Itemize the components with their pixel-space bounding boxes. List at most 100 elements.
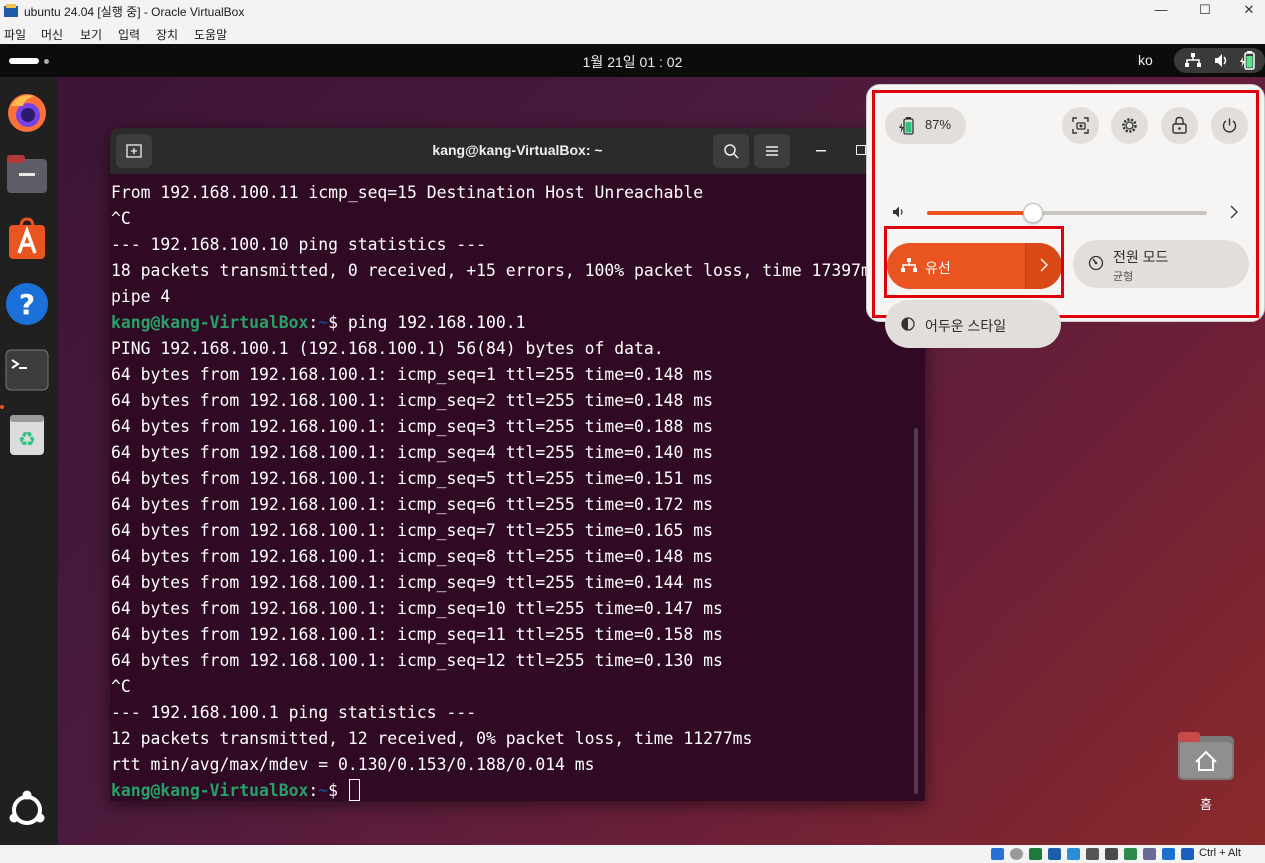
search-button[interactable] xyxy=(713,134,749,168)
terminal-output-line: 64 bytes from 192.168.100.1: icmp_seq=8 … xyxy=(111,547,713,566)
window-title: ubuntu 24.04 [실행 중] - Oracle VirtualBox xyxy=(24,5,245,19)
menu-input[interactable]: 입력 xyxy=(118,26,140,43)
keyboard-icon[interactable] xyxy=(1181,848,1194,860)
trash-icon[interactable]: ♻ xyxy=(5,413,49,457)
prompt-symbol: $ xyxy=(328,313,348,332)
firefox-icon[interactable] xyxy=(5,90,49,134)
vbox-titlebar: ubuntu 24.04 [실행 중] - Oracle VirtualBox … xyxy=(0,0,1265,22)
terminal-output-line: From 192.168.100.11 icmp_seq=15 Destinat… xyxy=(111,183,704,202)
terminal-output-line: 64 bytes from 192.168.100.1: icmp_seq=9 … xyxy=(111,573,713,592)
home-folder-label[interactable]: 홈 xyxy=(1178,794,1234,813)
cpu-icon[interactable] xyxy=(1143,848,1156,860)
chevron-right-icon[interactable] xyxy=(1230,205,1238,219)
vbox-statusbar: Ctrl + Alt xyxy=(0,845,1265,863)
dock: ? ♻ xyxy=(0,77,58,845)
shared-folders-icon[interactable] xyxy=(1086,848,1099,860)
screenshot-button[interactable] xyxy=(1062,107,1099,144)
terminal-output-line: 64 bytes from 192.168.100.1: icmp_seq=7 … xyxy=(111,521,713,540)
usb-icon[interactable] xyxy=(1067,848,1080,860)
files-icon[interactable] xyxy=(5,153,49,197)
battery-icon xyxy=(1240,51,1255,70)
help-icon[interactable]: ? xyxy=(5,282,49,326)
dark-style-label: 어두운 스타일 xyxy=(925,318,1007,334)
dark-style-toggle[interactable]: 어두운 스타일 xyxy=(885,300,1061,348)
clock[interactable]: 1월 21일 01 : 02 xyxy=(0,52,1265,72)
command-text: ping 192.168.100.1 xyxy=(347,313,526,332)
power-mode-label: 전원 모드 xyxy=(1113,249,1169,265)
volume-icon xyxy=(1215,54,1227,67)
terminal-prompt-line: kang@kang-VirtualBox:~$ xyxy=(111,778,916,801)
terminal-output-line: 64 bytes from 192.168.100.1: icmp_seq=12… xyxy=(111,651,723,670)
menu-button[interactable] xyxy=(754,134,790,168)
menu-view[interactable]: 보기 xyxy=(80,26,102,43)
terminal-scrollbar[interactable] xyxy=(914,428,918,794)
svg-text:♻: ♻ xyxy=(18,427,36,451)
gear-icon xyxy=(1122,118,1137,133)
hard-disk-icon[interactable] xyxy=(991,848,1004,860)
terminal-output-line: ^C xyxy=(111,677,131,696)
terminal-output-line: ^C xyxy=(111,209,131,228)
battery-icon xyxy=(899,117,914,135)
menu-file[interactable]: 파일 xyxy=(4,26,26,43)
volume-slider[interactable] xyxy=(927,203,1207,223)
terminal-running-indicator xyxy=(0,405,4,409)
mouse-integration-icon[interactable] xyxy=(1162,848,1175,860)
prompt-colon: : xyxy=(308,781,319,800)
guest-desktop: 1월 21일 01 : 02 ko ? ♻ kang@kang-VirtualB… xyxy=(0,44,1265,845)
battery-button[interactable]: 87% xyxy=(885,107,966,144)
terminal-output-line: 64 bytes from 192.168.100.1: icmp_seq=3 … xyxy=(111,417,713,436)
svg-text:?: ? xyxy=(19,288,35,321)
input-language-indicator[interactable]: ko xyxy=(1138,52,1153,68)
terminal-output-line: 18 packets transmitted, 0 received, +15 … xyxy=(111,261,881,280)
terminal-headerbar[interactable]: kang@kang-VirtualBox: ~ xyxy=(110,128,925,174)
power-mode-value: 균형 xyxy=(1113,271,1134,283)
volume-icon xyxy=(893,206,903,218)
close-button[interactable]: ✕ xyxy=(1226,0,1265,22)
power-button[interactable] xyxy=(1211,107,1248,144)
terminal-window[interactable]: kang@kang-VirtualBox: ~ From 192.168.100… xyxy=(110,128,925,801)
minimize-button[interactable]: — xyxy=(1138,0,1184,22)
text-cursor xyxy=(348,779,360,801)
dark-style-icon xyxy=(901,317,915,331)
virtualbox-icon xyxy=(4,4,18,17)
home-folder-icon[interactable] xyxy=(1178,732,1234,780)
volume-slider-fill xyxy=(927,211,1034,215)
menu-devices[interactable]: 장치 xyxy=(156,26,178,43)
minimize-icon[interactable] xyxy=(816,150,826,153)
terminal-output-line: 64 bytes from 192.168.100.1: icmp_seq=1 … xyxy=(111,365,713,384)
gnome-top-bar: 1월 21일 01 : 02 ko xyxy=(0,44,1265,77)
recording-icon[interactable] xyxy=(1124,848,1137,860)
audio-icon[interactable] xyxy=(1029,848,1042,860)
prompt-path: ~ xyxy=(318,781,329,800)
maximize-icon[interactable] xyxy=(856,145,866,155)
display-icon[interactable] xyxy=(1105,848,1118,860)
power-mode-icon xyxy=(1088,255,1104,271)
terminal-icon[interactable] xyxy=(5,348,49,392)
terminal-output[interactable]: From 192.168.100.11 icmp_seq=15 Destinat… xyxy=(111,180,916,801)
highlight-frame-wired xyxy=(884,226,1064,298)
optical-drive-icon[interactable] xyxy=(1010,848,1023,860)
terminal-output-line: --- 192.168.100.1 ping statistics --- xyxy=(111,703,477,722)
terminal-output-line: --- 192.168.100.10 ping statistics --- xyxy=(111,235,486,254)
prompt-symbol: $ xyxy=(328,781,348,800)
terminal-prompt-line: kang@kang-VirtualBox:~$ ping 192.168.100… xyxy=(111,310,916,336)
terminal-output-line: 64 bytes from 192.168.100.1: icmp_seq=4 … xyxy=(111,443,713,462)
host-key-label: Ctrl + Alt xyxy=(1199,847,1241,859)
settings-button[interactable] xyxy=(1111,107,1148,144)
maximize-button[interactable]: ☐ xyxy=(1182,0,1228,22)
menu-help[interactable]: 도움말 xyxy=(194,26,227,43)
app-center-icon[interactable] xyxy=(5,217,49,261)
power-mode-toggle[interactable]: 전원 모드 균형 xyxy=(1073,240,1249,288)
terminal-output-line: 12 packets transmitted, 12 received, 0% … xyxy=(111,729,753,748)
terminal-output-line: 64 bytes from 192.168.100.1: icmp_seq=6 … xyxy=(111,495,713,514)
terminal-title: kang@kang-VirtualBox: ~ xyxy=(432,142,603,158)
network-adapter-icon[interactable] xyxy=(1048,848,1061,860)
show-apps-icon[interactable] xyxy=(5,788,49,832)
terminal-output-line: pipe 4 xyxy=(111,287,171,306)
system-menu-button[interactable] xyxy=(1174,48,1265,73)
menu-machine[interactable]: 머신 xyxy=(41,26,63,43)
terminal-output-line: 64 bytes from 192.168.100.1: icmp_seq=5 … xyxy=(111,469,713,488)
battery-percentage: 87% xyxy=(925,117,952,132)
terminal-output-line: rtt min/avg/max/mdev = 0.130/0.153/0.188… xyxy=(111,755,595,774)
lock-screen-button[interactable] xyxy=(1161,107,1198,144)
